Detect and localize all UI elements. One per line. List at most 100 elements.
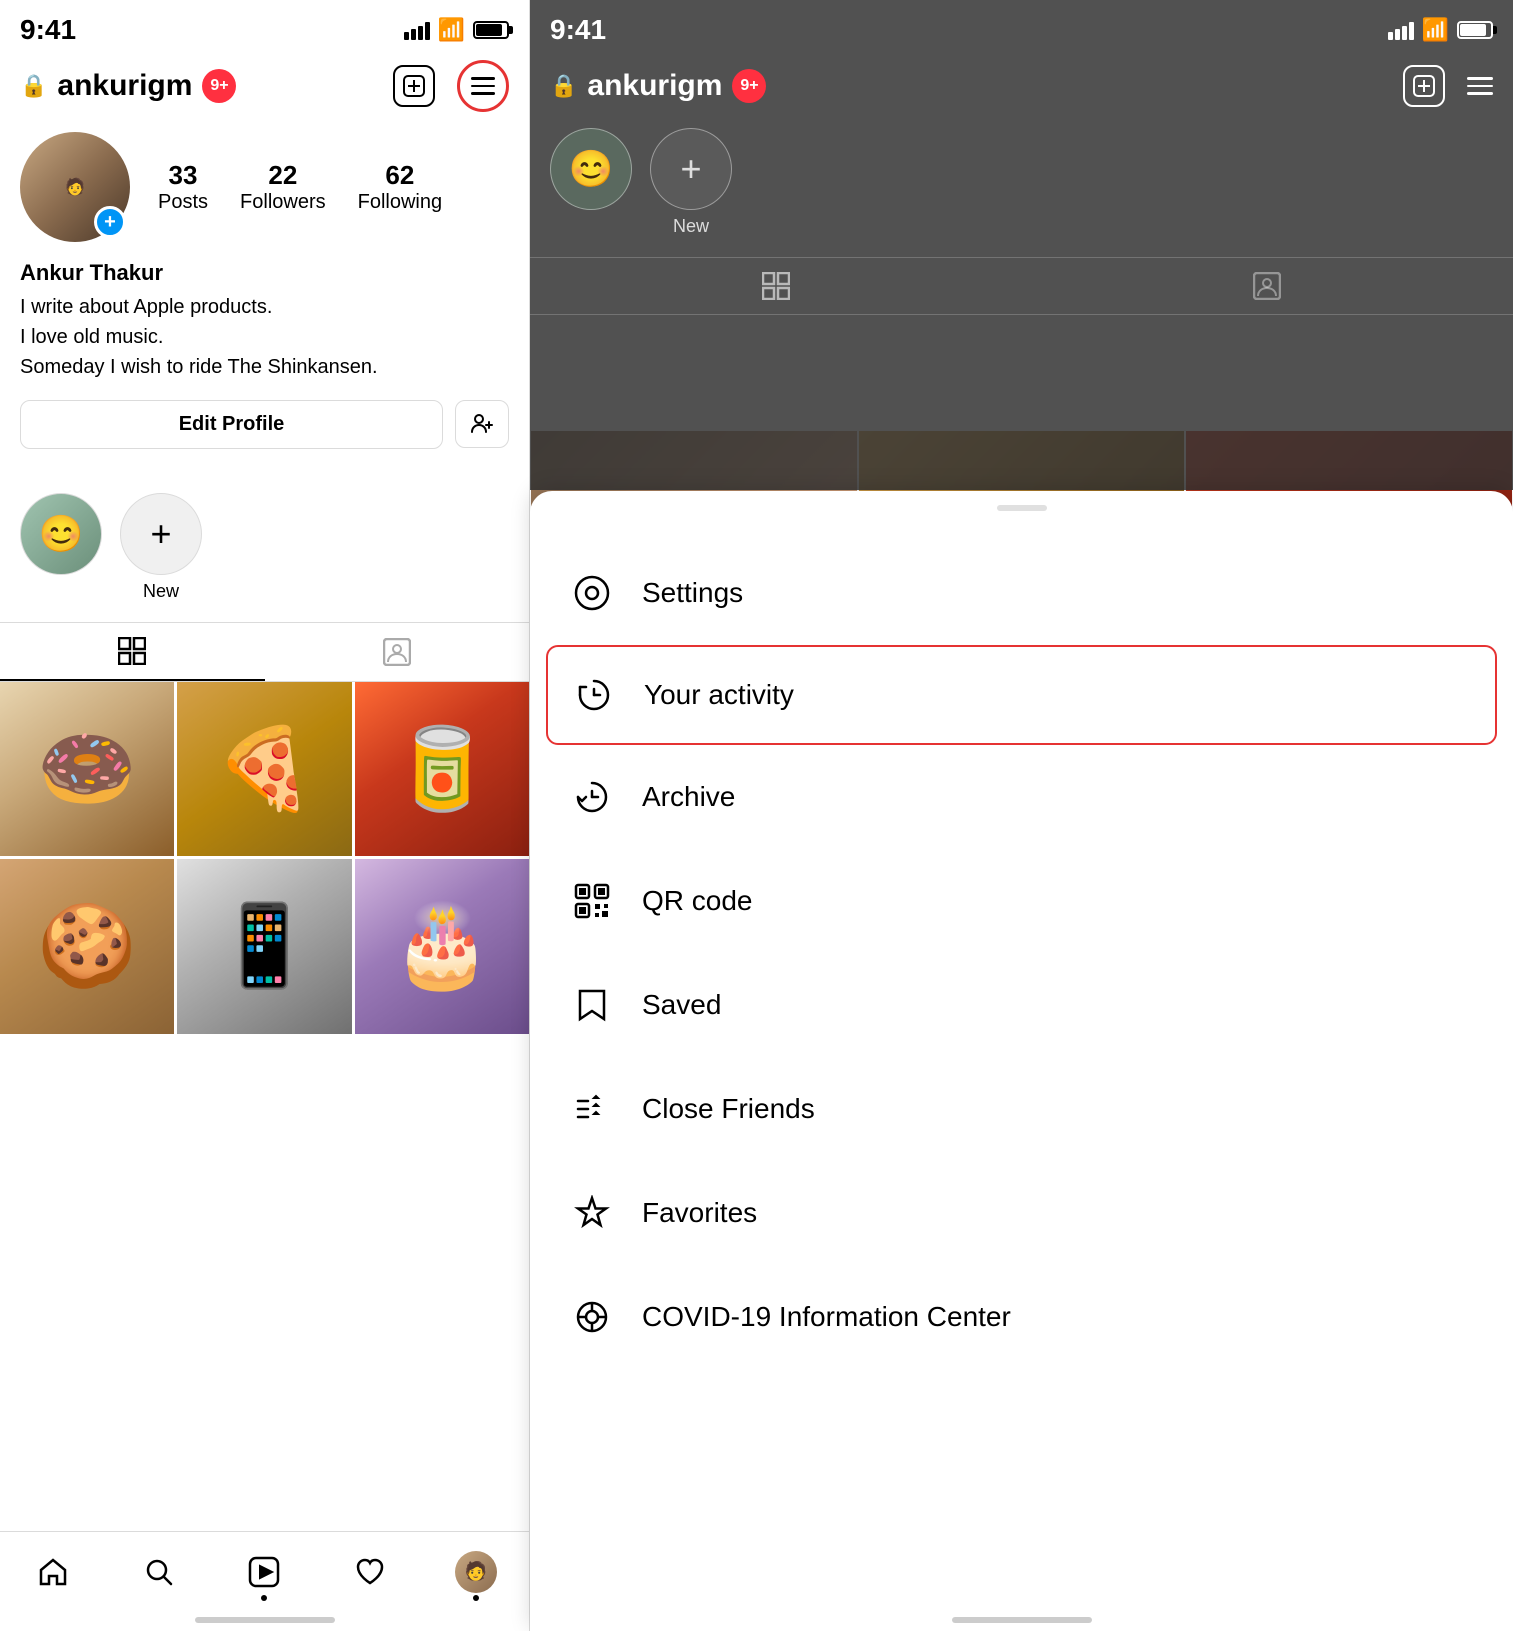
profile-actions: Edit Profile (20, 400, 509, 449)
menu-item-saved[interactable]: Saved (530, 953, 1513, 1057)
battery-icon (473, 21, 509, 39)
tab-tagged[interactable] (265, 623, 530, 681)
avatar-wrap: 🧑 + (20, 132, 130, 242)
grid-item-0[interactable] (0, 682, 174, 856)
nav-likes[interactable] (345, 1547, 395, 1597)
following-label: Following (358, 191, 442, 214)
grid-item-1[interactable] (177, 682, 351, 856)
nav-profile[interactable]: 🧑 (451, 1547, 501, 1597)
covid-icon (566, 1291, 618, 1343)
activity-icon (568, 669, 620, 721)
grid-item-3[interactable] (0, 859, 174, 1033)
menu-button-right[interactable] (1467, 77, 1493, 95)
notification-badge-left[interactable]: 9+ (202, 69, 236, 103)
covid-label: COVID-19 Information Center (642, 1301, 1011, 1333)
menu-item-settings[interactable]: Settings (530, 541, 1513, 645)
menu-item-favorites[interactable]: Favorites (530, 1161, 1513, 1265)
qr-label: QR code (642, 885, 753, 917)
status-icons-left: 📶 (404, 17, 509, 43)
followers-stat[interactable]: 22 Followers (240, 160, 326, 214)
bottom-nav: 🧑 (0, 1531, 529, 1631)
lock-icon: 🔒 (20, 73, 47, 99)
posts-stat: 33 Posts (158, 160, 208, 214)
add-person-button[interactable] (455, 400, 509, 448)
username-right: ankurigm (587, 69, 722, 103)
header-right: 🔒 ankurigm 9+ (530, 54, 1513, 118)
right-highlight-circle-new: + (650, 128, 732, 210)
settings-icon (566, 567, 618, 619)
archive-label: Archive (642, 781, 735, 813)
nav-reels[interactable] (239, 1547, 289, 1597)
username-left: ankurigm (57, 69, 192, 103)
bottom-sheet: Settings Your activity (530, 491, 1513, 1631)
right-panel: 9:41 📶 🔒 ankurigm 9+ (530, 0, 1513, 1631)
home-icon (37, 1556, 69, 1588)
add-post-button[interactable] (393, 65, 435, 107)
saved-label: Saved (642, 989, 721, 1021)
followers-count: 22 (240, 160, 326, 191)
right-highlight-item-0[interactable]: 😊 (550, 128, 632, 237)
menu-item-close-friends[interactable]: Close Friends (530, 1057, 1513, 1161)
header-left: 🔒 ankurigm 9+ (0, 54, 529, 118)
qr-icon (566, 875, 618, 927)
bio-line-2: I love old music. (20, 326, 163, 348)
profile-name: Ankur Thakur (20, 260, 509, 286)
home-indicator-right (952, 1617, 1092, 1623)
menu-button-left[interactable] (457, 60, 509, 112)
profile-bio: I write about Apple products. I love old… (20, 292, 509, 382)
grid-item-5[interactable] (355, 859, 529, 1033)
status-time-left: 9:41 (20, 14, 76, 46)
home-indicator-left (195, 1617, 335, 1623)
signal-icon (404, 20, 430, 40)
add-to-story-button[interactable]: + (94, 206, 126, 238)
highlight-item-0[interactable]: 😊 (20, 493, 102, 602)
saved-icon (566, 979, 618, 1031)
status-bar-left: 9:41 📶 (0, 0, 529, 54)
posts-label: Posts (158, 191, 208, 214)
highlight-circle-new: + (120, 493, 202, 575)
bio-line-3: Someday I wish to ride The Shinkansen. (20, 356, 378, 378)
status-icons-right: 📶 (1388, 17, 1493, 43)
highlight-new[interactable]: + New (120, 493, 202, 602)
your-activity-label: Your activity (644, 679, 794, 711)
grid-item-2[interactable] (355, 682, 529, 856)
nav-home[interactable] (28, 1547, 78, 1597)
menu-list: Settings Your activity (530, 511, 1513, 1369)
highlights-row: 😊 + New (0, 483, 529, 612)
profile-avatar-nav: 🧑 (455, 1551, 497, 1593)
wifi-icon-right: 📶 (1422, 17, 1449, 43)
close-friends-label: Close Friends (642, 1093, 815, 1125)
menu-item-your-activity[interactable]: Your activity (546, 645, 1497, 745)
bio-line-1: I write about Apple products. (20, 296, 272, 318)
right-highlight-new[interactable]: + New (650, 128, 732, 237)
header-left-group: 🔒 ankurigm 9+ (20, 69, 236, 103)
right-highlight-circle-0: 😊 (550, 128, 632, 210)
highlight-circle-0: 😊 (20, 493, 102, 575)
favorites-label: Favorites (642, 1197, 757, 1229)
menu-item-qr-code[interactable]: QR code (530, 849, 1513, 953)
grid-item-4[interactable] (177, 859, 351, 1033)
reels-icon (248, 1556, 280, 1588)
right-highlights-row: 😊 + New (530, 118, 1513, 247)
menu-item-archive[interactable]: Archive (530, 745, 1513, 849)
grid-icon (118, 637, 146, 665)
right-tabs (530, 257, 1513, 315)
edit-profile-button[interactable]: Edit Profile (20, 400, 443, 449)
following-stat[interactable]: 62 Following (358, 160, 442, 214)
nav-search[interactable] (134, 1547, 184, 1597)
highlight-new-label: New (143, 581, 179, 602)
status-time-right: 9:41 (550, 14, 606, 46)
status-bar-right: 9:41 📶 (530, 0, 1513, 54)
photo-grid (0, 682, 529, 1034)
archive-icon (566, 771, 618, 823)
right-tab-tagged[interactable] (1022, 258, 1513, 314)
profile-tabs (0, 622, 529, 682)
menu-item-covid[interactable]: COVID-19 Information Center (530, 1265, 1513, 1369)
notification-badge-right[interactable]: 9+ (732, 69, 766, 103)
tab-grid[interactable] (0, 623, 265, 681)
wifi-icon: 📶 (438, 17, 465, 43)
right-tab-grid[interactable] (530, 258, 1022, 314)
add-post-button-right[interactable] (1403, 65, 1445, 107)
person-tag-icon (383, 638, 411, 666)
signal-icon-right (1388, 20, 1414, 40)
